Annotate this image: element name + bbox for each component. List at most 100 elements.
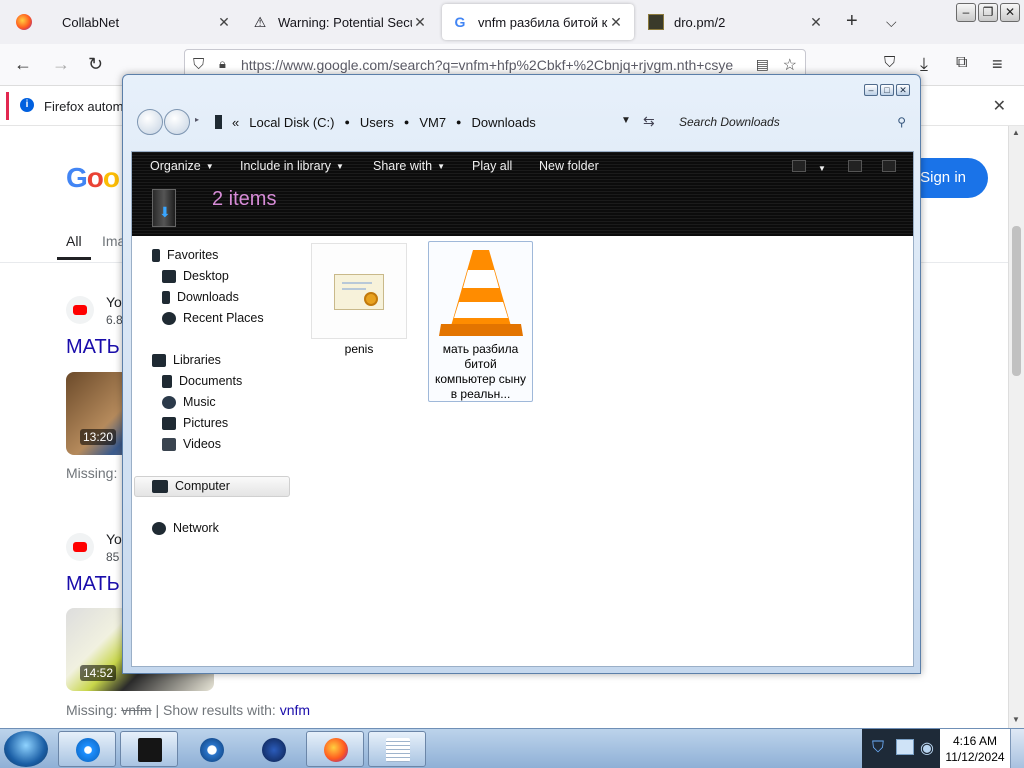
lock-icon[interactable]: 🔒︎: [219, 56, 226, 72]
music-icon: [162, 395, 176, 409]
nav-desktop[interactable]: Desktop: [162, 269, 229, 283]
network-tray-icon[interactable]: [896, 739, 914, 755]
nav-label: Desktop: [183, 269, 229, 283]
close-tab-icon[interactable]: ✕: [608, 14, 624, 31]
breadcrumb-vm7[interactable]: VM7: [419, 115, 446, 130]
firefox-icon: [16, 14, 32, 30]
close-tab-icon[interactable]: ✕: [412, 14, 428, 31]
shield-icon[interactable]: ⛉: [193, 56, 204, 73]
result-title[interactable]: МАТЬ: [66, 336, 120, 359]
refresh-icon[interactable]: ⇆: [643, 113, 655, 130]
address-dropdown-icon[interactable]: ▼: [621, 115, 631, 126]
search-input[interactable]: Search Downloads: [671, 109, 911, 135]
tab-collabnet[interactable]: CollabNet ✕: [6, 0, 242, 44]
result-source-sub: 6.8: [106, 313, 123, 327]
tab-all[interactable]: All: [66, 233, 82, 249]
minimize-icon[interactable]: –: [864, 84, 878, 96]
close-icon[interactable]: ✕: [896, 84, 910, 96]
nav-pictures[interactable]: Pictures: [162, 416, 228, 430]
scroll-up-icon[interactable]: ▲: [1012, 128, 1020, 137]
taskbar-explorer[interactable]: [120, 731, 178, 767]
play-all-button[interactable]: Play all: [472, 159, 512, 173]
taskbar-notepad[interactable]: [368, 731, 426, 767]
close-tab-icon[interactable]: ✕: [216, 14, 232, 31]
close-tab-icon[interactable]: ✕: [808, 14, 824, 31]
clock[interactable]: 4:16 AM 11/12/2024: [940, 729, 1010, 768]
new-tab-icon[interactable]: +: [846, 10, 858, 33]
close-window-icon[interactable]: ✕: [1000, 3, 1020, 22]
file-item[interactable]: penis: [310, 243, 408, 357]
help-icon[interactable]: [882, 160, 896, 172]
breadcrumb-users[interactable]: Users: [360, 115, 394, 130]
nav-network[interactable]: Network: [152, 521, 219, 535]
breadcrumb-separator[interactable]: ●: [344, 117, 349, 127]
pocket-icon[interactable]: ⛉: [884, 54, 895, 71]
nav-libraries[interactable]: Libraries: [152, 353, 221, 367]
nav-videos[interactable]: Videos: [162, 437, 221, 451]
preview-pane-icon[interactable]: [848, 160, 862, 172]
include-in-library-button[interactable]: Include in library ▼: [240, 159, 344, 173]
tab-dro[interactable]: dro.pm/2 ✕: [638, 0, 834, 44]
maximize-icon[interactable]: □: [880, 84, 894, 96]
list-all-tabs-icon[interactable]: ⌵: [886, 14, 897, 31]
reload-icon[interactable]: ↻: [88, 54, 103, 75]
back-icon[interactable]: ←: [14, 54, 32, 75]
restore-icon[interactable]: ❐: [978, 3, 998, 22]
result-title[interactable]: МАТЬ: [66, 573, 120, 596]
nav-music[interactable]: Music: [162, 395, 216, 409]
search-icon[interactable]: ⚲: [897, 115, 906, 129]
forward-button[interactable]: [164, 109, 190, 135]
change-view-icon[interactable]: [792, 160, 806, 172]
taskbar-firefox[interactable]: [306, 731, 364, 767]
nav-favorites[interactable]: Favorites: [152, 248, 218, 262]
nav-computer[interactable]: Computer: [152, 479, 230, 493]
computer-icon: [215, 115, 222, 129]
page-scrollbar[interactable]: ▲ ▼: [1008, 126, 1024, 728]
breadcrumb-overflow[interactable]: «: [232, 115, 239, 130]
show-desktop-button[interactable]: [1010, 729, 1024, 768]
new-folder-button[interactable]: New folder: [539, 159, 599, 173]
show-results-link[interactable]: vnfm: [280, 702, 310, 718]
close-notification-icon[interactable]: ✕: [993, 96, 1006, 116]
scrollbar-thumb[interactable]: [1012, 226, 1021, 376]
nav-label: Network: [173, 521, 219, 535]
file-item-selected[interactable]: мать разбила битой компьютер сыну в реал…: [428, 241, 533, 402]
breadcrumb-separator[interactable]: ●: [456, 117, 461, 127]
share-with-button[interactable]: Share with ▼: [373, 159, 445, 173]
downloads-icon[interactable]: ⤓: [920, 54, 928, 75]
nav-label: Libraries: [173, 353, 221, 367]
tab-google-search[interactable]: G vnfm разбила битой ком ✕: [442, 4, 634, 40]
back-button[interactable]: [137, 109, 163, 135]
volume-icon[interactable]: ◉: [920, 738, 934, 758]
taskbar-internet-explorer[interactable]: [58, 731, 116, 767]
url-text: https://www.google.com/search?q=vnfm+hfp…: [241, 57, 734, 73]
nav-recent-places[interactable]: Recent Places: [162, 311, 264, 325]
result-source[interactable]: Yo: [106, 531, 122, 547]
organize-button[interactable]: Organize ▼: [150, 159, 214, 173]
videos-icon: [162, 437, 176, 451]
address-bar[interactable]: « Local Disk (C:) ● Users ● VM7 ● Downlo…: [197, 109, 637, 135]
google-logo[interactable]: Goo: [66, 162, 120, 194]
view-options-chevron-icon[interactable]: ▼: [818, 164, 826, 173]
tab-warning[interactable]: ⚠ Warning: Potential Securi ✕: [242, 0, 438, 44]
minimize-icon[interactable]: –: [956, 3, 976, 22]
file-name: мать разбила битой компьютер сыну в реал…: [434, 342, 527, 401]
security-shield-icon[interactable]: ⛉: [872, 739, 884, 757]
result-source[interactable]: Yo: [106, 294, 122, 310]
nav-downloads[interactable]: Downloads: [162, 290, 239, 304]
menu-icon[interactable]: ≡: [992, 54, 1003, 75]
breadcrumb-downloads[interactable]: Downloads: [471, 115, 535, 130]
taskbar-network-globe[interactable]: [244, 731, 302, 767]
forward-icon[interactable]: →: [52, 54, 70, 75]
start-button[interactable]: [4, 731, 48, 767]
breadcrumb-local-disk[interactable]: Local Disk (C:): [249, 115, 334, 130]
breadcrumb-separator[interactable]: ●: [404, 117, 409, 127]
internet-explorer-icon: [76, 738, 100, 762]
taskbar-media-player[interactable]: [182, 731, 240, 767]
extensions-icon[interactable]: ⧉: [956, 54, 967, 72]
reader-view-icon[interactable]: ▤: [749, 56, 769, 73]
scroll-down-icon[interactable]: ▼: [1012, 715, 1020, 724]
bookmark-star-icon[interactable]: ☆: [782, 55, 797, 75]
certificate-paper: [334, 274, 384, 310]
nav-documents[interactable]: Documents: [162, 374, 242, 388]
